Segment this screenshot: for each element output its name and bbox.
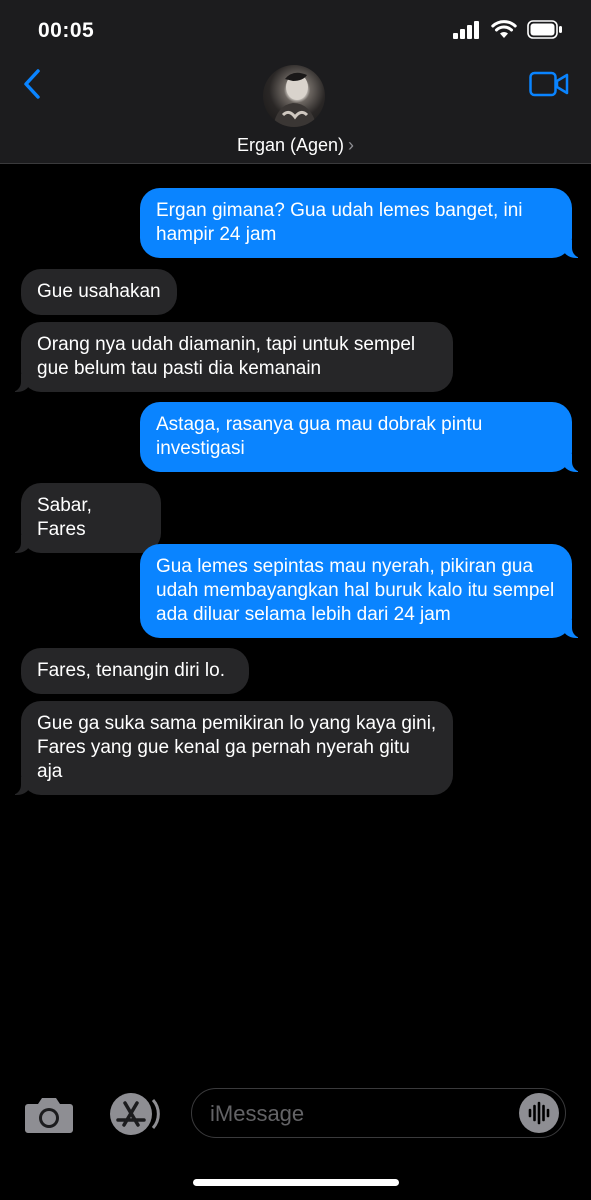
- audio-waveform-icon[interactable]: [519, 1093, 559, 1133]
- wifi-icon: [491, 20, 517, 38]
- imessage-field[interactable]: [191, 1088, 566, 1138]
- status-icons: [453, 20, 563, 39]
- incoming-message[interactable]: Orang nya udah diamanin, tapi untuk semp…: [9, 322, 453, 392]
- incoming-message[interactable]: Gue ga suka sama pemikiran lo yang kaya …: [9, 701, 453, 795]
- contact-avatar[interactable]: [263, 65, 325, 127]
- back-chevron-icon[interactable]: [20, 68, 50, 100]
- home-indicator[interactable]: [193, 1179, 399, 1186]
- status-bar: 00:05: [0, 0, 591, 60]
- video-call-icon[interactable]: [529, 70, 569, 98]
- incoming-message[interactable]: Gue usahakan: [21, 269, 177, 315]
- status-time: 00:05: [38, 19, 95, 42]
- contact-name: Ergan (Agen): [236, 135, 345, 155]
- outgoing-message[interactable]: Gua lemes sepintas mau nyerah, pikiran g…: [140, 544, 584, 638]
- battery-icon: [527, 20, 562, 39]
- incoming-message[interactable]: Sabar, Fares: [9, 483, 161, 553]
- message-composer: [0, 1078, 591, 1150]
- chevron-right-icon: ›: [348, 135, 355, 155]
- cellular-signal-icon: [453, 20, 479, 39]
- imessage-input[interactable]: [208, 1097, 512, 1131]
- incoming-message[interactable]: Fares, tenangin diri lo.: [21, 648, 249, 694]
- contact-name-button[interactable]: Ergan (Agen) ›: [0, 135, 591, 156]
- app-store-icon[interactable]: [104, 1092, 160, 1136]
- outgoing-message[interactable]: Astaga, rasanya gua mau dobrak pintu inv…: [140, 402, 584, 472]
- conversation-header: Ergan (Agen) ›: [0, 60, 591, 164]
- camera-icon[interactable]: [24, 1094, 74, 1134]
- outgoing-message[interactable]: Ergan gimana? Gua udah lemes banget, ini…: [140, 188, 584, 258]
